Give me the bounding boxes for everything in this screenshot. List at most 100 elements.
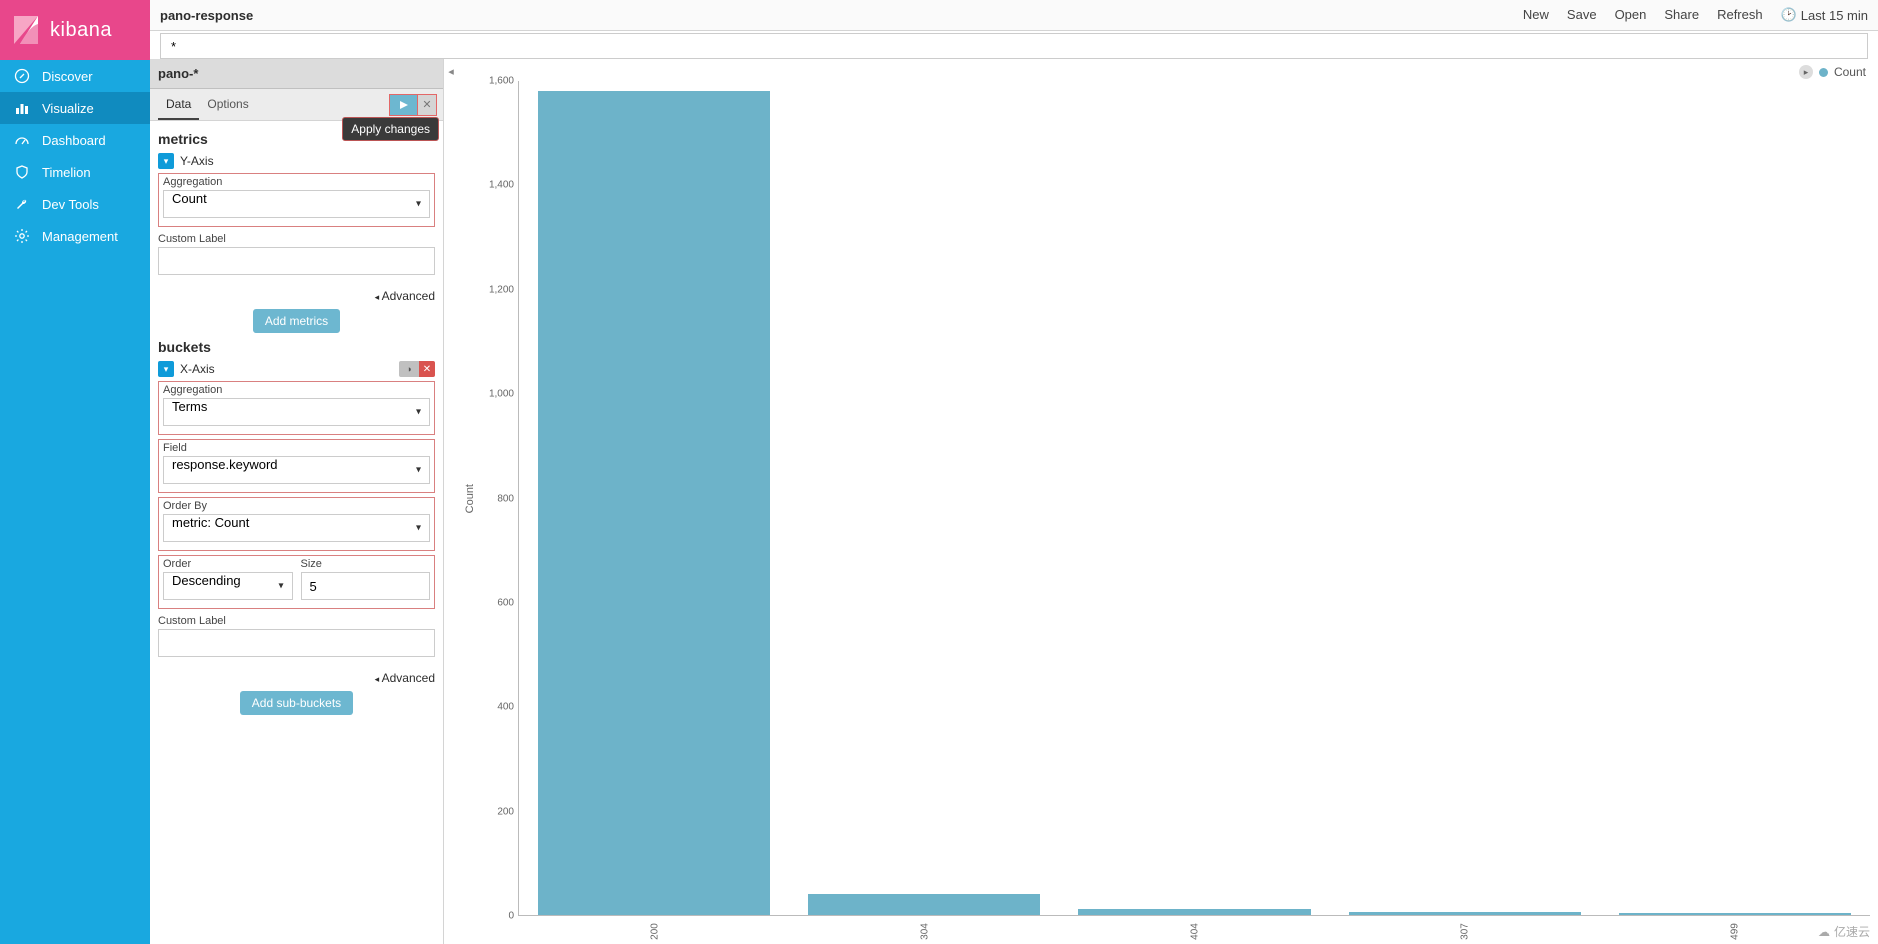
x-axis-ticks: 200 304 404 307 499: [520, 916, 1870, 940]
yaxis-label: Y-Axis: [180, 154, 214, 168]
nav-label: Timelion: [42, 165, 91, 180]
metrics-custom-input[interactable]: [158, 247, 435, 275]
nav-label: Discover: [42, 69, 93, 84]
action-refresh[interactable]: Refresh: [1717, 7, 1763, 23]
chevron-right-icon: ▸: [1804, 67, 1809, 78]
metrics-agg-label: Aggregation: [163, 176, 430, 188]
bucket-enable-toggle[interactable]: ◑: [399, 361, 419, 377]
x-tick: 404: [1190, 923, 1201, 940]
search-bar: [160, 31, 1868, 59]
y-tick: 0: [508, 911, 514, 922]
buckets-advanced[interactable]: Advanced: [158, 671, 435, 685]
legend-expand-button[interactable]: ▸: [1799, 65, 1813, 79]
wrench-icon: [14, 196, 30, 212]
config-tabs: Data Options ✕ Apply changes: [150, 89, 443, 121]
y-tick: 200: [497, 806, 514, 817]
buckets-orderby-select[interactable]: metric: Count: [163, 514, 430, 542]
buckets-field-label: Field: [163, 442, 430, 454]
nav-devtools[interactable]: Dev Tools: [0, 188, 150, 220]
apply-changes-button[interactable]: [389, 94, 417, 116]
buckets-agg-select[interactable]: Terms: [163, 398, 430, 426]
y-axis-label: Count: [462, 484, 478, 513]
metrics-advanced[interactable]: Advanced: [158, 289, 435, 303]
watermark: ☁ 亿速云: [1818, 923, 1870, 940]
x-tick: 499: [1730, 923, 1741, 940]
close-icon: ✕: [422, 98, 431, 111]
y-tick: 1,000: [489, 389, 514, 400]
topbar: pano-response New Save Open Share Refres…: [150, 0, 1878, 31]
nav-timelion[interactable]: Timelion: [0, 156, 150, 188]
chart-bar[interactable]: [1349, 912, 1581, 915]
buckets-heading: buckets: [158, 339, 435, 355]
nav-label: Dev Tools: [42, 197, 99, 212]
buckets-orderby-label: Order By: [163, 500, 430, 512]
toggle-icon: ◑: [406, 364, 411, 374]
shield-icon: [14, 164, 30, 180]
metrics-custom-label: Custom Label: [158, 233, 435, 245]
buckets-order-label: Order: [163, 558, 293, 570]
chevron-left-icon: ◂: [448, 65, 454, 78]
legend-series-label: Count: [1834, 65, 1866, 79]
nav-visualize[interactable]: Visualize: [0, 92, 150, 124]
buckets-agg-label: Aggregation: [163, 384, 430, 396]
buckets-order-select[interactable]: Descending: [163, 572, 293, 600]
nav-label: Management: [42, 229, 118, 244]
buckets-size-label: Size: [301, 558, 431, 570]
tab-options[interactable]: Options: [199, 89, 256, 120]
cloud-icon: ☁: [1818, 925, 1830, 939]
add-metrics-button[interactable]: Add metrics: [253, 309, 340, 333]
chevron-down-icon: ▾: [164, 364, 169, 375]
chart-bar[interactable]: [538, 91, 770, 915]
config-panel: pano-* Data Options ✕ Apply changes: [150, 59, 444, 944]
close-icon: ✕: [423, 364, 431, 375]
chart-area: ▸ Count Count 02004006008001,0001,2001,4…: [458, 59, 1878, 944]
bucket-remove-button[interactable]: ✕: [419, 361, 435, 377]
index-pattern[interactable]: pano-*: [150, 59, 443, 89]
logo-text: kibana: [50, 19, 112, 42]
action-new[interactable]: New: [1523, 7, 1549, 23]
chart-bar[interactable]: [1078, 909, 1310, 915]
play-icon: [399, 100, 409, 110]
metrics-agg-select[interactable]: Count: [163, 190, 430, 218]
y-tick: 1,600: [489, 76, 514, 87]
logo[interactable]: kibana: [0, 0, 150, 60]
buckets-toggle[interactable]: ▾: [158, 361, 174, 377]
chart-bar[interactable]: [808, 894, 1040, 915]
y-tick: 600: [497, 597, 514, 608]
action-open[interactable]: Open: [1615, 7, 1647, 23]
tab-data[interactable]: Data: [158, 89, 199, 120]
chart-bar[interactable]: [1619, 913, 1851, 915]
buckets-custom-input[interactable]: [158, 629, 435, 657]
nav-label: Visualize: [42, 101, 94, 116]
search-input[interactable]: [160, 33, 1868, 59]
nav-discover[interactable]: Discover: [0, 60, 150, 92]
buckets-field-select[interactable]: response.keyword: [163, 456, 430, 484]
add-subbuckets-button[interactable]: Add sub-buckets: [240, 691, 353, 715]
time-picker[interactable]: 🕑 Last 15 min: [1781, 7, 1868, 23]
y-tick: 1,200: [489, 284, 514, 295]
collapse-sidebar-button[interactable]: ◂: [444, 59, 458, 944]
y-tick: 400: [497, 702, 514, 713]
action-save[interactable]: Save: [1567, 7, 1597, 23]
nav-management[interactable]: Management: [0, 220, 150, 252]
y-tick: 800: [497, 493, 514, 504]
barchart-icon: [14, 100, 30, 116]
chart-plot[interactable]: [518, 81, 1870, 916]
nav-dashboard[interactable]: Dashboard: [0, 124, 150, 156]
x-tick: 307: [1460, 923, 1471, 940]
sidebar: kibana Discover Visualize Dashboard Time…: [0, 0, 150, 944]
kibana-logo-icon: [10, 14, 42, 46]
compass-icon: [14, 68, 30, 84]
discard-changes-button[interactable]: ✕: [417, 94, 437, 116]
time-label: Last 15 min: [1801, 8, 1868, 23]
y-axis-ticks: 02004006008001,0001,2001,4001,600: [478, 81, 518, 916]
x-tick: 304: [920, 923, 931, 940]
buckets-size-input[interactable]: [301, 572, 431, 600]
action-share[interactable]: Share: [1664, 7, 1699, 23]
gear-icon: [14, 228, 30, 244]
legend-dot-icon: [1819, 68, 1828, 77]
x-tick: 200: [650, 923, 661, 940]
page-title: pano-response: [160, 8, 253, 23]
metrics-toggle[interactable]: ▾: [158, 153, 174, 169]
xaxis-label: X-Axis: [180, 362, 215, 376]
